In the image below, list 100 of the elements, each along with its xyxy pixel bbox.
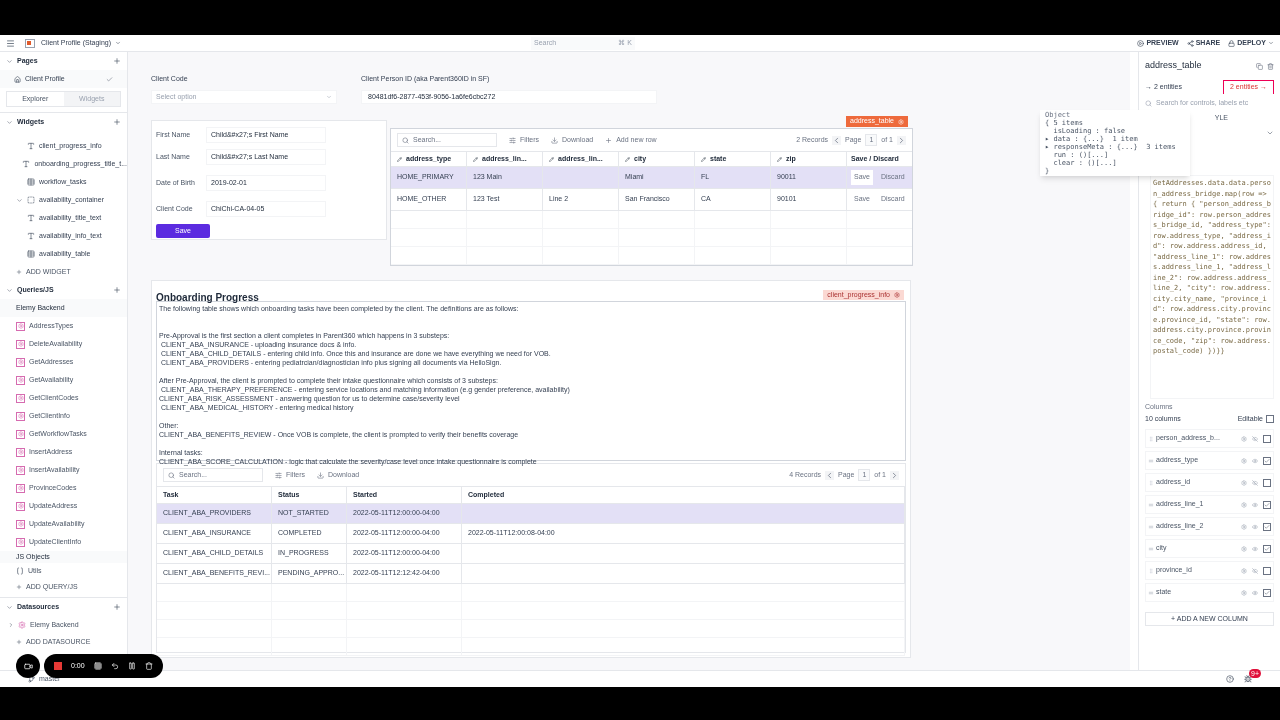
eye-icon[interactable]: [1252, 523, 1258, 530]
chevron-icon[interactable]: [1266, 129, 1274, 137]
add-icon[interactable]: [113, 57, 121, 65]
query-icon: [16, 375, 25, 385]
add-icon[interactable]: [113, 603, 121, 611]
check-icon: [1264, 457, 1270, 464]
lock-icon: [1228, 39, 1236, 47]
query-icon: [16, 429, 25, 439]
drag-handle-icon[interactable]: [1148, 435, 1154, 442]
drag-handle-icon[interactable]: [1148, 523, 1154, 530]
share-icon: [1186, 39, 1194, 47]
checkbox[interactable]: [1266, 415, 1274, 423]
add-icon[interactable]: [113, 286, 121, 294]
checkbox[interactable]: [1263, 522, 1271, 531]
pencil-icon: [397, 156, 402, 162]
settings-icon[interactable]: [1241, 457, 1247, 464]
next-page-icon[interactable]: [890, 470, 899, 480]
query-icon: [16, 501, 25, 511]
pencil-icon: [777, 156, 782, 162]
settings-icon[interactable]: [1241, 435, 1247, 442]
query-icon: [16, 519, 25, 529]
pane-title: address_table: [1145, 59, 1202, 73]
eye-off-icon[interactable]: [1252, 479, 1258, 486]
eye-icon[interactable]: [1252, 545, 1258, 552]
check-icon: [1264, 589, 1270, 596]
drag-handle-icon[interactable]: [1148, 479, 1154, 486]
help-icon[interactable]: [1226, 675, 1234, 683]
drag-handle-icon[interactable]: [1148, 545, 1154, 552]
pencil-icon: [625, 156, 630, 162]
copy-icon[interactable]: [1256, 62, 1263, 70]
check-icon: [106, 75, 113, 83]
plus-icon: [16, 639, 22, 645]
text-icon: [27, 214, 35, 222]
settings-icon[interactable]: [1241, 501, 1247, 508]
eye-icon[interactable]: [1252, 457, 1258, 464]
query-icon: [16, 339, 25, 349]
previous-page-icon[interactable]: [825, 470, 835, 480]
settings-icon[interactable]: [1241, 479, 1247, 486]
download-icon: [551, 136, 559, 144]
filter-icon: [275, 471, 282, 479]
pencil-icon: [473, 156, 478, 162]
settings-icon[interactable]: [1241, 567, 1247, 574]
download-icon: [317, 471, 325, 479]
chevron-icon: [6, 286, 13, 294]
checkbox[interactable]: [1263, 566, 1271, 575]
undo-icon[interactable]: [110, 662, 119, 670]
drag-handle-icon[interactable]: [1148, 501, 1154, 508]
eye-off-icon[interactable]: [1252, 567, 1258, 574]
braces-icon: [16, 567, 24, 575]
previous-page-icon[interactable]: [832, 135, 842, 145]
query-icon: [16, 411, 25, 421]
check-icon: [1264, 523, 1270, 530]
bug-icon[interactable]: [1244, 675, 1252, 683]
eye-icon[interactable]: [1252, 501, 1258, 508]
next-page-icon[interactable]: [897, 135, 906, 145]
add-icon[interactable]: [113, 118, 121, 126]
checkbox[interactable]: [1263, 456, 1271, 465]
pencil-icon: [701, 156, 706, 162]
gear-icon: [894, 292, 900, 298]
drag-handle-icon[interactable]: [1148, 567, 1154, 574]
plus-icon: [605, 136, 613, 144]
search-icon: [168, 471, 175, 479]
chevron-icon: [6, 118, 13, 126]
checkbox[interactable]: [1263, 588, 1271, 597]
home-icon: [14, 75, 21, 83]
container-icon: [27, 196, 35, 204]
gear-icon: [898, 118, 904, 125]
checkbox[interactable]: [1263, 544, 1271, 553]
table-icon: [27, 178, 35, 186]
section-title: Onboarding Progress: [156, 292, 259, 303]
query-icon: [16, 465, 25, 475]
app-logo[interactable]: [25, 38, 35, 48]
eye-off-icon[interactable]: [1252, 435, 1258, 442]
drag-handle-icon[interactable]: [1148, 589, 1154, 596]
branch-icon: [28, 675, 35, 683]
query-icon: [16, 483, 25, 493]
menu-icon[interactable]: [6, 38, 15, 48]
settings-icon[interactable]: [1241, 545, 1247, 552]
text-icon: [27, 232, 35, 240]
chevron-icon: [16, 196, 23, 204]
checkbox[interactable]: [1263, 434, 1271, 443]
checkbox[interactable]: [1263, 478, 1271, 487]
settings-icon[interactable]: [1241, 523, 1247, 530]
check-icon: [1264, 501, 1270, 508]
search-icon: [402, 136, 409, 144]
checkbox[interactable]: [1263, 500, 1271, 509]
text-icon: [22, 160, 31, 168]
gear-icon: [18, 621, 26, 629]
camera-icon: [23, 661, 33, 671]
query-icon: [16, 537, 25, 547]
pause-icon[interactable]: [127, 662, 136, 670]
plus-icon: [16, 269, 22, 275]
eye-icon[interactable]: [1252, 589, 1258, 596]
plus-icon: [16, 584, 22, 590]
chevron-icon: [115, 40, 122, 46]
query-icon: [16, 357, 25, 367]
search-icon: [1145, 99, 1152, 107]
drag-handle-icon[interactable]: [1148, 457, 1154, 464]
query-icon: [16, 393, 25, 403]
settings-icon[interactable]: [1241, 589, 1247, 596]
